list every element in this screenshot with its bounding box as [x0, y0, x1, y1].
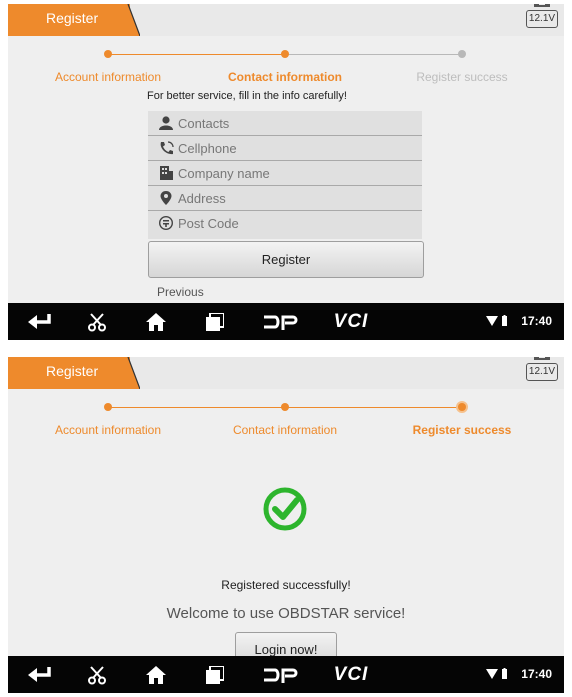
contacts-placeholder: Contacts — [178, 116, 230, 131]
register-contact-screen: Register 12.1V Account information Conta… — [8, 4, 564, 340]
address-placeholder: Address — [178, 191, 226, 206]
battery-voltage: 12.1V — [526, 10, 558, 28]
back-icon[interactable] — [26, 656, 52, 693]
welcome-message: Welcome to use OBDSTAR service! — [166, 605, 406, 622]
title-bar: Register 12.1V — [8, 357, 564, 389]
back-icon[interactable] — [26, 303, 52, 340]
contacts-field[interactable]: Contacts — [148, 111, 422, 136]
tab-label: Register — [46, 363, 99, 379]
system-navbar: VCI 17:40 — [8, 303, 564, 340]
step-line-done — [108, 54, 285, 55]
step-dot-success — [458, 50, 466, 58]
content-area: Account information Contact information … — [8, 389, 564, 668]
home-icon[interactable] — [144, 656, 168, 693]
system-navbar: VCI 17:40 — [8, 656, 564, 693]
location-icon — [160, 191, 172, 205]
title-bar: Register 12.1V — [8, 4, 564, 36]
cellphone-field[interactable]: Cellphone — [148, 136, 422, 161]
battery-voltage: 12.1V — [526, 363, 558, 381]
vci-label: VCI — [333, 310, 369, 332]
home-icon[interactable] — [144, 303, 168, 340]
success-message: Registered successfully! — [221, 578, 351, 592]
scissors-icon[interactable] — [86, 656, 108, 693]
scissors-icon[interactable] — [86, 303, 108, 340]
step-dot-contact — [281, 403, 289, 411]
post-code-field[interactable]: Post Code — [148, 211, 422, 236]
previous-link[interactable]: Previous — [157, 285, 204, 299]
recent-apps-icon[interactable] — [204, 656, 226, 693]
step-dot-success — [458, 403, 466, 411]
building-icon — [160, 166, 173, 180]
vci-label: VCI — [333, 663, 369, 685]
post-code-placeholder: Post Code — [178, 216, 239, 231]
step-dot-account — [104, 403, 112, 411]
postcode-icon — [159, 216, 173, 230]
phone-icon — [160, 141, 174, 155]
success-check-icon — [263, 487, 307, 531]
clock: 17:40 — [521, 314, 552, 328]
wifi-battery-status-icon — [486, 315, 507, 326]
tab-slant-decoration — [120, 4, 140, 36]
person-icon — [159, 116, 173, 130]
tab-label: Register — [46, 10, 99, 26]
address-field[interactable]: Address — [148, 186, 422, 211]
step-dot-account — [104, 50, 112, 58]
step-label-success: Register success — [416, 70, 508, 84]
clock: 17:40 — [521, 667, 552, 681]
step-label-contact: Contact information — [232, 423, 338, 437]
battery-terminals-icon — [534, 4, 550, 8]
form-hint: For better service, fill in the info car… — [147, 90, 347, 102]
tab-slant-decoration — [120, 357, 140, 389]
dp-icon[interactable] — [260, 656, 300, 693]
step-line-pending — [285, 54, 462, 55]
cellphone-placeholder: Cellphone — [178, 141, 237, 156]
register-success-screen: Register 12.1V Account information Conta… — [8, 357, 564, 693]
step-dot-contact — [281, 50, 289, 58]
company-name-placeholder: Company name — [178, 166, 270, 181]
step-label-account: Account information — [54, 423, 162, 437]
wifi-battery-status-icon — [486, 668, 507, 679]
vci-icon[interactable]: VCI — [330, 303, 372, 340]
company-name-field[interactable]: Company name — [148, 161, 422, 186]
contact-form: Contacts Cellphone Company name Address … — [148, 111, 422, 239]
dp-icon[interactable] — [260, 303, 300, 340]
step-label-contact: Contact information — [228, 70, 342, 84]
step-label-account: Account information — [54, 70, 162, 84]
recent-apps-icon[interactable] — [204, 303, 226, 340]
vci-icon[interactable]: VCI — [330, 656, 372, 693]
battery-terminals-icon — [534, 357, 550, 361]
step-label-success: Register success — [412, 423, 512, 437]
content-area: Account information Contact information … — [8, 36, 564, 303]
register-button[interactable]: Register — [148, 241, 424, 278]
